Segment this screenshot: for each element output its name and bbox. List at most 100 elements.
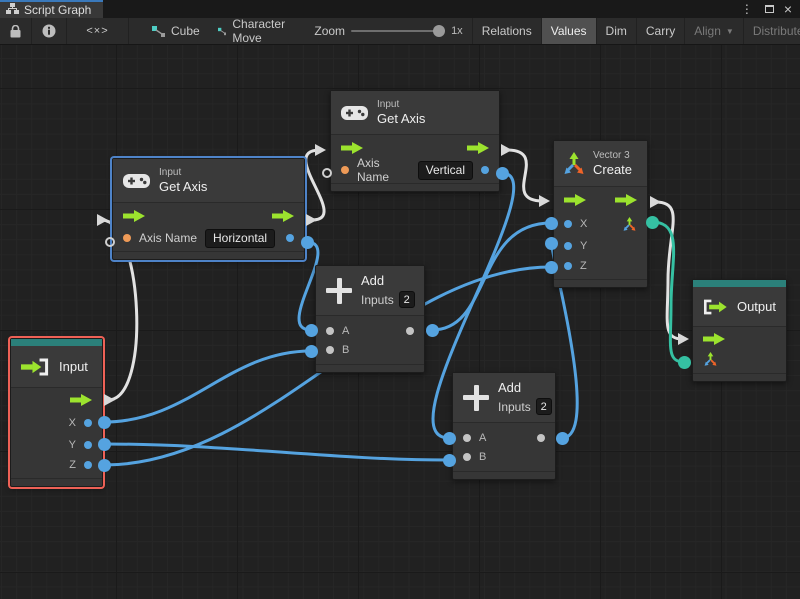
script-graph-icon (6, 3, 19, 17)
node-header[interactable]: Vector 3 Create (554, 141, 647, 187)
close-icon[interactable]: × (782, 2, 794, 16)
node-footer (693, 373, 786, 381)
node-output-event[interactable]: Output (692, 279, 787, 382)
axis-name-field[interactable]: Horizontal (205, 229, 275, 248)
node-header[interactable]: Input (11, 346, 102, 388)
value-connector[interactable] (443, 454, 456, 467)
event-accent-strip (693, 280, 786, 287)
port-y-out[interactable] (84, 441, 92, 449)
flow-out-arrow-icon[interactable] (70, 394, 92, 406)
flow-in-connector[interactable] (97, 214, 108, 226)
toggle-carry[interactable]: Carry (637, 18, 685, 44)
sum-out-port[interactable] (406, 327, 414, 335)
value-connector[interactable] (556, 432, 569, 445)
port-z-out[interactable] (84, 461, 92, 469)
inputs-count-field[interactable]: 2 (536, 398, 552, 415)
code-view-button[interactable]: <×> (67, 18, 129, 44)
vector3-out-icon[interactable] (622, 217, 637, 232)
output-event-icon (703, 297, 729, 317)
value-connector[interactable] (426, 324, 439, 337)
zoom-value: 1x (451, 25, 463, 37)
flow-in-arrow-icon[interactable] (123, 210, 145, 222)
port-x[interactable] (564, 220, 572, 228)
node-header[interactable]: Input Get Axis (113, 159, 304, 203)
port-b[interactable] (463, 453, 471, 461)
flow-in-connector[interactable] (315, 144, 326, 156)
flow-out-arrow-icon[interactable] (467, 142, 489, 154)
inputs-label: Inputs (498, 400, 531, 414)
node-input-event[interactable]: Input X Y Z (10, 338, 103, 487)
flow-in-connector[interactable] (539, 195, 550, 207)
unconnected-port-ring[interactable] (322, 168, 332, 178)
zoom-slider[interactable] (351, 30, 443, 32)
vector-value-connector[interactable] (678, 356, 691, 369)
value-connector[interactable] (301, 236, 314, 249)
tab-label: Script Graph (24, 3, 91, 17)
inputs-count-field[interactable]: 2 (399, 291, 415, 308)
value-connector[interactable] (545, 261, 558, 274)
tab-script-graph[interactable]: Script Graph (0, 0, 103, 18)
node-get-axis-vertical[interactable]: Input Get Axis Axis Name Vertical (330, 90, 500, 192)
node-kind: Input (377, 99, 425, 111)
flow-out-connector[interactable] (501, 144, 512, 156)
value-connector[interactable] (305, 345, 318, 358)
vector3-in-icon[interactable] (703, 352, 718, 367)
node-header[interactable]: Add Inputs 2 (453, 373, 555, 423)
flow-out-arrow-icon[interactable] (615, 194, 637, 206)
axis-name-port[interactable] (341, 166, 349, 174)
dropdown-align[interactable]: Align ▼ (685, 18, 744, 44)
port-y[interactable] (564, 242, 572, 250)
port-a[interactable] (326, 327, 334, 335)
flow-in-arrow-icon[interactable] (703, 333, 725, 345)
flow-out-connector[interactable] (104, 394, 115, 406)
flow-in-arrow-icon[interactable] (341, 142, 363, 154)
axis-name-port[interactable] (123, 234, 131, 242)
value-connector[interactable] (545, 237, 558, 250)
value-connector[interactable] (98, 416, 111, 429)
node-header[interactable]: Input Get Axis (331, 91, 499, 135)
node-header[interactable]: Add Inputs 2 (316, 266, 424, 316)
value-out-port[interactable] (286, 234, 294, 242)
flow-out-connector[interactable] (306, 214, 317, 226)
node-vector3-create[interactable]: Vector 3 Create X Y (553, 140, 648, 288)
node-add-2[interactable]: Add Inputs 2 A B (452, 372, 556, 480)
node-add-1[interactable]: Add Inputs 2 A B (315, 265, 425, 373)
value-connector[interactable] (443, 432, 456, 445)
port-a[interactable] (463, 434, 471, 442)
breadcrumb-cube[interactable]: Cube (143, 18, 209, 44)
unconnected-port-ring[interactable] (105, 237, 115, 247)
node-kind: Vector 3 (593, 150, 632, 162)
value-connector[interactable] (496, 167, 509, 180)
node-footer (331, 183, 499, 191)
port-b[interactable] (326, 346, 334, 354)
maximize-icon[interactable] (765, 5, 774, 13)
node-footer (453, 471, 555, 479)
dropdown-distribute[interactable]: Distribute ▼ (744, 18, 800, 44)
kebab-menu-icon[interactable]: ⋮ (737, 3, 757, 15)
toggle-relations[interactable]: Relations (472, 18, 542, 44)
graph-canvas[interactable]: Input Get Axis Axis Name Vertical In (0, 45, 800, 599)
flow-in-connector[interactable] (678, 333, 689, 345)
value-connector[interactable] (545, 217, 558, 230)
toggle-values[interactable]: Values (542, 18, 597, 44)
vector-value-connector[interactable] (646, 216, 659, 229)
info-button[interactable] (32, 18, 67, 44)
flow-out-arrow-icon[interactable] (272, 210, 294, 222)
port-z[interactable] (564, 262, 572, 270)
sum-out-port[interactable] (537, 434, 545, 442)
flow-in-arrow-icon[interactable] (564, 194, 586, 206)
value-connector[interactable] (305, 324, 318, 337)
node-header[interactable]: Output (693, 287, 786, 327)
flow-out-connector[interactable] (650, 196, 661, 208)
node-get-axis-horizontal[interactable]: Input Get Axis Axis Name Horizontal (112, 158, 305, 260)
value-connector[interactable] (98, 459, 111, 472)
axis-name-field[interactable]: Vertical (418, 161, 473, 180)
port-x-out[interactable] (84, 419, 92, 427)
value-out-port[interactable] (481, 166, 489, 174)
value-connector[interactable] (98, 438, 111, 451)
lock-button[interactable] (0, 18, 32, 44)
breadcrumb-character-move[interactable]: Character Move (209, 18, 299, 44)
wire-getaxis-horizontal-to-vertical[interactable] (306, 150, 324, 220)
toggle-dim[interactable]: Dim (597, 18, 637, 44)
zoom-slider-knob[interactable] (433, 25, 445, 37)
